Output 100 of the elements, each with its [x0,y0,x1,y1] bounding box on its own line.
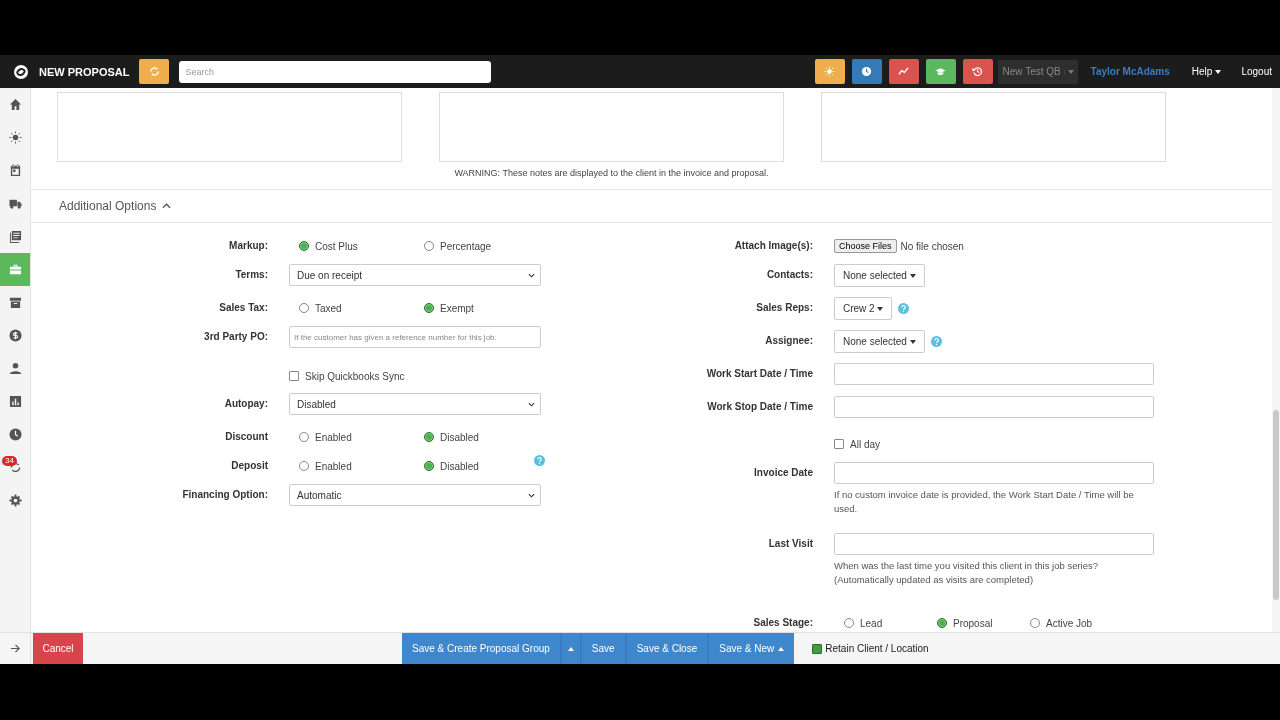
field-label: Last Visit [767,537,813,551]
text-field[interactable] [834,533,1154,555]
radio-button[interactable] [844,618,854,628]
field-label: Attach Image(s): [733,239,813,253]
logo-icon [13,63,29,80]
history-icon-button[interactable] [962,59,993,84]
field-label: 3rd Party PO: [203,330,268,344]
trend-line-icon-button[interactable] [888,59,919,84]
search-field[interactable]: Search [179,60,492,83]
save-button[interactable]: Save & Close [626,633,708,664]
field-label: Discount [224,430,268,444]
save-button[interactable]: Save & New [709,633,795,664]
checkbox-label[interactable]: All day [850,438,880,450]
help-text: When was the last time you visited this client in this job series? (Automatically updated as visits are completed) [834,559,1099,587]
sync-button[interactable] [139,59,170,84]
radio-button[interactable] [937,618,947,628]
field-label: Sales Stage: [752,616,813,630]
clock-icon [861,66,873,77]
field-label: Autopay: [223,397,268,411]
radio-button[interactable] [1030,618,1040,628]
clock-icon [8,428,22,441]
field-label: Work Start Date / Time [705,367,813,381]
graduation-cap-icon-button[interactable] [925,59,956,84]
dropdown-button[interactable]: Crew 2 [834,297,893,320]
option-label[interactable]: Proposal [953,617,993,629]
notification-badge: 34 [2,456,17,466]
history-icon [972,66,984,77]
calendar-icon [8,164,22,177]
radio-button[interactable] [299,241,309,251]
graduation-cap-icon [935,66,947,77]
chevron-icon[interactable] [162,203,172,209]
sidebar-item[interactable]: 34 [0,451,30,484]
caret-icon [1067,69,1074,74]
option-label[interactable]: Active Job [1046,617,1093,629]
option-label[interactable]: Enabled [315,431,352,443]
help-text: If no custom invoice date is provided, the Work Start Date / Time will be used. [834,488,1134,516]
radio-button[interactable] [299,432,309,442]
sun-icon-button[interactable] [814,59,845,84]
dollar-icon [8,329,22,342]
field-label: Sales Tax: [218,301,268,315]
trend-line-icon [898,66,910,77]
text-field[interactable] [834,396,1154,418]
truck-icon [8,197,22,210]
clock-icon-button[interactable] [851,59,882,84]
choose-files-button[interactable]: Choose Files [834,239,897,253]
checkbox-label[interactable]: Skip Quickbooks Sync [305,370,405,382]
sync-icon [148,66,160,77]
save-button[interactable]: Save [581,633,625,664]
field-label: Work Stop Date / Time [706,400,813,414]
section-title[interactable]: Additional Options [59,199,157,213]
text-field[interactable]: If the customer has given a reference number for this job. [289,326,541,348]
field-label: Deposit [230,459,268,473]
home-icon [8,98,22,111]
field-label: Sales Reps: [755,301,813,315]
select-field[interactable]: Due on receipt [289,264,541,286]
option-label[interactable]: Disabled [440,460,479,472]
select-field[interactable]: Automatic [289,484,541,506]
dropdown-button[interactable]: None selected [834,264,925,287]
caret-icon [567,646,574,651]
radio-button[interactable] [424,241,434,251]
account-select[interactable]: New Test QB [997,59,1078,84]
option-label[interactable]: Lead [860,617,883,629]
caret-icon [528,272,535,278]
select-field[interactable]: Disabled [289,393,541,415]
person-icon [8,362,22,375]
option-label[interactable]: Disabled [440,431,479,443]
warning-text: WARNING: These notes are displayed to the client in the invoice and proposal. [454,168,769,178]
option-label[interactable]: Enabled [315,460,352,472]
radio-button[interactable] [299,461,309,471]
caret-icon [528,401,535,407]
checkbox[interactable] [812,643,823,654]
checkbox[interactable] [834,439,844,449]
field-label: Terms: [234,268,268,282]
menu-toggle-button[interactable] [561,633,580,664]
text-field[interactable] [834,363,1154,385]
checkbox[interactable] [289,371,299,381]
scrollbar-thumb[interactable] [1273,410,1279,600]
sync-icon [8,461,22,474]
option-label[interactable]: Cost Plus [315,240,358,252]
dropdown-button[interactable]: None selected [834,330,925,353]
text-field[interactable] [834,462,1154,484]
bar-chart-icon [8,395,22,408]
cancel-button[interactable]: Cancel [33,633,83,664]
option-label[interactable]: Percentage [440,240,492,252]
field-label: Contacts: [765,268,813,282]
logout-link[interactable]: Logout [1241,66,1272,77]
checkbox-label[interactable]: Retain Client / Location [825,643,929,654]
option-label[interactable]: Taxed [315,302,342,314]
help-menu[interactable]: Help [1191,66,1222,77]
radio-button[interactable] [424,461,434,471]
user-link[interactable]: Taylor McAdams [1090,66,1170,77]
radio-button[interactable] [424,303,434,313]
sun-icon [824,66,836,77]
sun-icon [8,131,22,144]
arrow-right-icon[interactable] [9,643,21,654]
save-button[interactable]: Save & Create Proposal Group [402,633,560,664]
briefcase-icon [8,263,22,276]
option-label[interactable]: Exempt [440,302,474,314]
radio-button[interactable] [299,303,309,313]
radio-button[interactable] [424,432,434,442]
